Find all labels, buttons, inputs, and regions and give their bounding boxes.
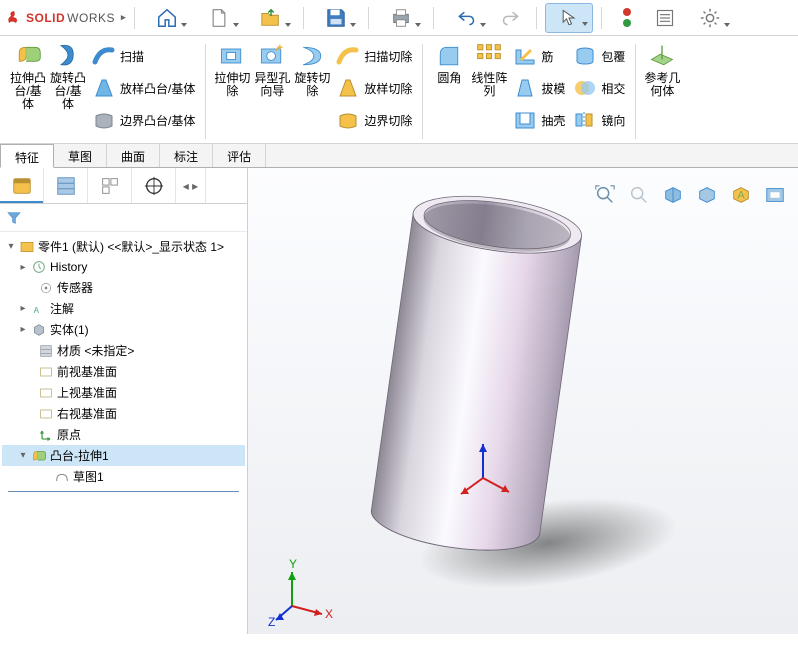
draft-button[interactable]: 拔模 [509, 72, 569, 104]
tree-sketch1[interactable]: 草图1 [2, 466, 245, 487]
svg-text:X: X [325, 607, 333, 621]
brand-bold: SOLID [26, 11, 65, 25]
view-triad: Y X Z [268, 558, 338, 628]
titlebar: SOLIDWORKS ▸ [0, 0, 798, 36]
tree-root[interactable]: ▾零件1 (默认) <<默认>_显示状态 1> [2, 236, 245, 257]
manager-tabs-more[interactable]: ◂ ▸ [176, 168, 206, 203]
tree-right-plane[interactable]: 右视基准面 [2, 403, 245, 424]
ref-geometry-button[interactable]: 参考几何体 [642, 40, 682, 100]
feature-tree[interactable]: ▾零件1 (默认) <<默认>_显示状态 1> ▸History 传感器 ▸A注… [0, 232, 247, 634]
funnel-icon [6, 210, 22, 226]
shell-button[interactable]: 抽壳 [509, 104, 569, 136]
manager-tabs: ◂ ▸ [0, 168, 247, 204]
cut-extrude-button[interactable]: 拉伸切除 [212, 40, 252, 100]
svg-text:Z: Z [268, 615, 275, 628]
home-button[interactable] [143, 3, 191, 33]
tree-annotations[interactable]: ▸A注解 [2, 298, 245, 319]
options-list-button[interactable] [648, 3, 682, 33]
tab-features[interactable]: 特征 [0, 144, 54, 168]
command-tabs: 特征 草图 曲面 标注 评估 [0, 144, 798, 168]
linear-pattern-button[interactable]: 线性阵列 [469, 40, 509, 100]
tree-front-plane[interactable]: 前视基准面 [2, 361, 245, 382]
loft-button[interactable]: 放样凸台/基体 [88, 72, 199, 104]
config-manager-tab[interactable] [88, 168, 132, 203]
tab-evaluate[interactable]: 评估 [213, 144, 266, 167]
settings-button[interactable] [686, 3, 734, 33]
svg-text:Y: Y [289, 558, 297, 571]
svg-text:A: A [34, 306, 40, 315]
mirror-button[interactable]: 镜向 [569, 104, 629, 136]
tab-sketch[interactable]: 草图 [54, 144, 107, 167]
tree-history[interactable]: ▸History [2, 257, 245, 277]
tree-filter[interactable] [0, 204, 247, 232]
feature-manager-panel: ◂ ▸ ▾零件1 (默认) <<默认>_显示状态 1> ▸History 传感器… [0, 168, 248, 634]
tab-dimxpert[interactable]: 标注 [160, 144, 213, 167]
feature-manager-tab[interactable] [0, 168, 44, 203]
tree-origin[interactable]: 原点 [2, 424, 245, 445]
cut-sweep-button[interactable]: 扫描切除 [332, 40, 416, 72]
undo-button[interactable] [442, 3, 490, 33]
app-logo: SOLIDWORKS ▸ [6, 9, 126, 27]
wrap-button[interactable]: 包覆 [569, 40, 629, 72]
rebuild-button[interactable] [610, 3, 644, 33]
fillet-button[interactable]: 圆角 [429, 40, 469, 87]
tab-surface[interactable]: 曲面 [107, 144, 160, 167]
property-manager-tab[interactable] [44, 168, 88, 203]
new-button[interactable] [195, 3, 243, 33]
brand-thin: WORKS [67, 11, 115, 25]
hole-wizard-button[interactable]: 异型孔向导 [252, 40, 292, 100]
redo-button[interactable] [494, 3, 528, 33]
tree-boss-extrude[interactable]: ▾凸台-拉伸1 [2, 445, 245, 466]
sweep-button[interactable]: 扫描 [88, 40, 199, 72]
tree-sensors[interactable]: 传感器 [2, 277, 245, 298]
workspace: ◂ ▸ ▾零件1 (默认) <<默认>_显示状态 1> ▸History 传感器… [0, 168, 798, 634]
logo-icon [6, 9, 24, 27]
extrude-boss-button[interactable]: 拉伸凸台/基体 [8, 40, 48, 113]
cut-loft-button[interactable]: 放样切除 [332, 72, 416, 104]
tree-material[interactable]: 材质 <未指定> [2, 340, 245, 361]
select-button[interactable] [545, 3, 593, 33]
save-button[interactable] [312, 3, 360, 33]
open-button[interactable] [247, 3, 295, 33]
print-button[interactable] [377, 3, 425, 33]
dimxpert-manager-tab[interactable] [132, 168, 176, 203]
cut-boundary-button[interactable]: 边界切除 [332, 104, 416, 136]
cut-revolve-button[interactable]: 旋转切除 [292, 40, 332, 100]
ribbon: 拉伸凸台/基体 旋转凸台/基体 扫描 放样凸台/基体 边界凸台/基体 拉伸切除 … [0, 36, 798, 144]
tree-solid-bodies[interactable]: ▸实体(1) [2, 319, 245, 340]
rib-button[interactable]: 筋 [509, 40, 569, 72]
revolve-boss-button[interactable]: 旋转凸台/基体 [48, 40, 88, 113]
boundary-button[interactable]: 边界凸台/基体 [88, 104, 199, 136]
graphics-viewport[interactable]: A [248, 168, 798, 634]
tree-top-plane[interactable]: 上视基准面 [2, 382, 245, 403]
intersect-button[interactable]: 相交 [569, 72, 629, 104]
